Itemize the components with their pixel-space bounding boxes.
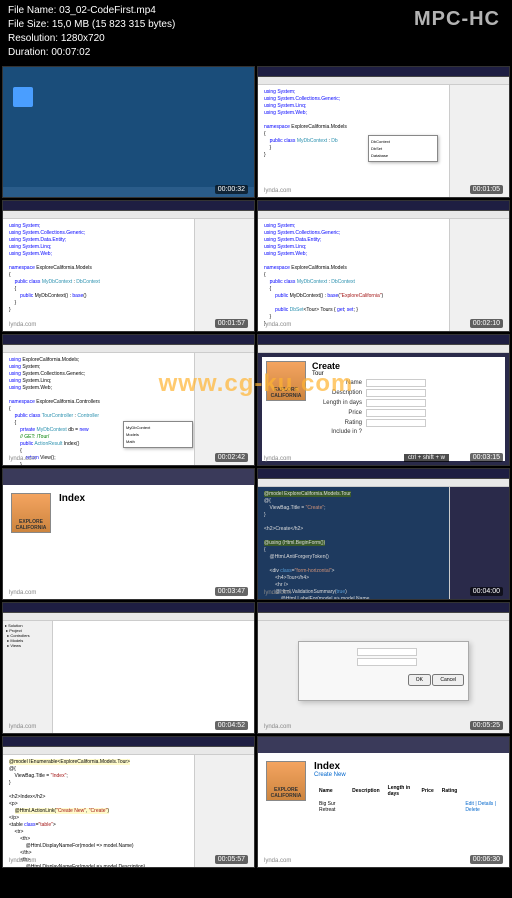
timestamp: 00:04:00	[470, 587, 503, 596]
california-logo: EXPLORE CALIFORNIA	[266, 361, 306, 401]
rating-input[interactable]	[366, 419, 426, 427]
thumb-browser-create[interactable]: EXPLORE CALIFORNIA Create Tour Name Desc…	[257, 334, 510, 466]
thumb-browser-index[interactable]: EXPLORE CALIFORNIA Index lynda.com 00:03…	[2, 468, 255, 600]
timestamp: 00:01:57	[215, 319, 248, 328]
california-logo: EXPLORE CALIFORNIA	[11, 493, 51, 533]
thumb-vs-empty[interactable]: ▸ Solution ▸ Project ▸ Controllers ▸ Mod…	[2, 602, 255, 734]
thumb-code-2[interactable]: using System; using System.Collections.G…	[2, 200, 255, 332]
timestamp: 00:00:32	[215, 185, 248, 194]
thumb-code-1[interactable]: using System; using System.Collections.G…	[257, 66, 510, 198]
ok-button[interactable]: OK	[408, 674, 431, 686]
desc-input[interactable]	[366, 389, 426, 397]
timestamp: 00:06:30	[470, 855, 503, 864]
thumbnail-grid: 00:00:32 using System; using System.Coll…	[0, 64, 512, 870]
shortcut-hint: ctrl + shift + w	[404, 454, 449, 462]
thumb-code-4[interactable]: using ExploreCalifornia.Models; using Sy…	[2, 334, 255, 466]
create-new-link[interactable]: Create New	[314, 772, 346, 778]
player-watermark: MPC-HC	[414, 8, 500, 31]
timestamp: 00:03:47	[215, 587, 248, 596]
timestamp: 00:02:10	[470, 319, 503, 328]
california-logo: EXPLORE CALIFORNIA	[266, 761, 306, 801]
thumb-code-razor-create[interactable]: @model ExploreCalifornia.Models.Tour @{ …	[257, 468, 510, 600]
thumb-dialog[interactable]: OK Cancel lynda.com 00:05:25	[257, 602, 510, 734]
length-input[interactable]	[366, 399, 426, 407]
thumb-code-razor-index[interactable]: @model IEnumerable<ExploreCalifornia.Mod…	[2, 736, 255, 868]
timestamp: 00:04:52	[215, 721, 248, 730]
timestamp: 00:03:15	[470, 453, 503, 462]
cancel-button[interactable]: Cancel	[432, 674, 464, 686]
price-input[interactable]	[366, 409, 426, 417]
name-input[interactable]	[366, 379, 426, 387]
thumb-browser-index-table[interactable]: EXPLORE CALIFORNIA Index Create New Name…	[257, 736, 510, 868]
thumb-code-3[interactable]: using System; using System.Collections.G…	[257, 200, 510, 332]
file-info-header: MPC-HC File Name: 03_02-CodeFirst.mp4 Fi…	[0, 0, 512, 64]
timestamp: 00:05:25	[470, 721, 503, 730]
timestamp: 00:01:05	[470, 185, 503, 194]
timestamp: 00:02:42	[215, 453, 248, 462]
timestamp: 00:05:57	[215, 855, 248, 864]
thumb-desktop[interactable]: 00:00:32	[2, 66, 255, 198]
